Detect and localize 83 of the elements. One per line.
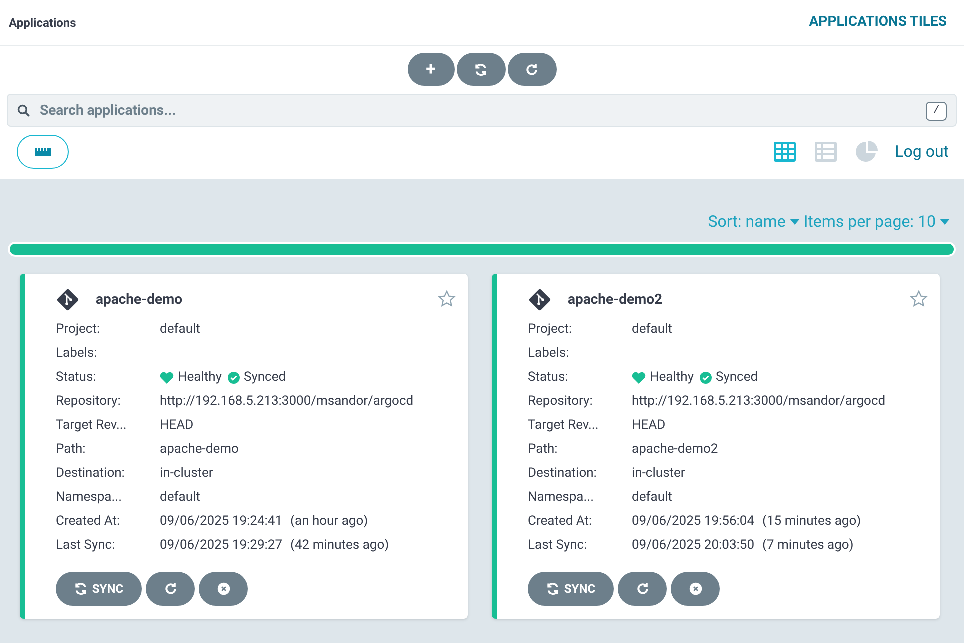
field-label: Namespa... <box>528 489 596 508</box>
refresh-icon <box>164 582 178 596</box>
application-name[interactable]: apache-demo2 <box>568 290 663 310</box>
page-title: Applications <box>9 14 76 32</box>
field-value: apache-demo2 <box>632 441 718 460</box>
logout-link[interactable]: Log out <box>895 140 949 164</box>
filter-button[interactable] <box>17 135 69 169</box>
relative-time: (7 minutes ago) <box>762 537 854 556</box>
sort-dropdown[interactable]: Sort: name <box>708 210 800 234</box>
relative-time: (42 minutes ago) <box>290 537 390 556</box>
field-label: Target Rev... <box>56 417 128 436</box>
check-icon <box>700 372 712 384</box>
delete-icon <box>216 582 230 596</box>
sync-status: Synced <box>716 369 758 388</box>
field-label: Status: <box>528 369 570 388</box>
view-title: APPLICATIONS TILES <box>809 13 947 32</box>
refresh-icon <box>525 62 539 76</box>
field-value: in-cluster <box>160 465 214 484</box>
field-value: http://192.168.5.213:3000/msandor/argocd <box>160 393 414 412</box>
field-value: apache-demo <box>160 441 239 460</box>
shortcut-key: / <box>926 102 947 120</box>
sync-icon <box>474 62 488 76</box>
field-label: Destination: <box>56 465 126 484</box>
sync-button[interactable]: SYNC <box>528 572 614 606</box>
refresh-apps-button[interactable] <box>508 53 556 86</box>
star-icon[interactable] <box>438 290 456 308</box>
field-label: Namespa... <box>56 489 124 508</box>
refresh-button[interactable] <box>618 572 667 606</box>
field-label: Created At: <box>56 513 122 532</box>
field-label: Labels: <box>56 345 98 364</box>
star-icon[interactable] <box>910 290 928 308</box>
field-label: Created At: <box>528 513 594 532</box>
field-label: Repository: <box>56 393 122 412</box>
field-label: Target Rev... <box>528 417 600 436</box>
field-label: Status: <box>56 369 98 388</box>
field-label: Project: <box>56 321 102 340</box>
relative-time: (15 minutes ago) <box>762 513 862 532</box>
field-value: default <box>632 321 672 340</box>
field-value: http://192.168.5.213:3000/msandor/argocd <box>632 393 886 412</box>
field-value: HEAD <box>160 417 194 436</box>
field-label: Repository: <box>528 393 594 412</box>
field-value: default <box>160 321 200 340</box>
health-status: Healthy <box>650 369 694 388</box>
delete-icon <box>688 582 702 596</box>
delete-button[interactable] <box>199 572 248 606</box>
sync-status: Synced <box>244 369 286 388</box>
tiles-view-icon[interactable] <box>773 140 798 164</box>
sync-icon <box>546 582 560 596</box>
field-label: Destination: <box>528 465 598 484</box>
field-value: 09/06/2025 20:03:50 <box>632 537 755 556</box>
field-label: Path: <box>56 441 87 460</box>
field-value: in-cluster <box>632 465 686 484</box>
field-value: default <box>160 489 200 508</box>
check-icon <box>228 372 240 384</box>
search-icon <box>17 104 31 118</box>
sync-icon <box>74 582 88 596</box>
sync-button[interactable]: SYNC <box>56 572 142 606</box>
heart-icon <box>160 372 174 384</box>
application-card[interactable] <box>20 274 468 619</box>
new-app-button[interactable]: + <box>408 53 454 86</box>
field-label: Labels: <box>528 345 570 364</box>
field-label: Last Sync: <box>528 537 588 556</box>
health-status: Healthy <box>178 369 222 388</box>
heart-icon <box>632 372 646 384</box>
caret-icon <box>940 218 950 226</box>
field-label: Path: <box>528 441 559 460</box>
field-label: Last Sync: <box>56 537 116 556</box>
field-value: HEAD <box>632 417 666 436</box>
application-card[interactable] <box>492 274 940 619</box>
relative-time: (an hour ago) <box>290 513 368 532</box>
refresh-icon <box>636 582 650 596</box>
field-label: Project: <box>528 321 574 340</box>
delete-button[interactable] <box>671 572 720 606</box>
field-value: 09/06/2025 19:56:04 <box>632 513 755 532</box>
refresh-button[interactable] <box>146 572 195 606</box>
field-value: default <box>632 489 672 508</box>
ruler-icon <box>35 148 51 156</box>
field-value: 09/06/2025 19:29:27 <box>160 537 283 556</box>
application-name[interactable]: apache-demo <box>96 290 183 310</box>
caret-icon <box>790 218 800 226</box>
field-value: 09/06/2025 19:24:41 <box>160 513 283 532</box>
sync-apps-button[interactable] <box>456 53 506 86</box>
items-per-page-dropdown[interactable]: Items per page: 10 <box>804 210 950 234</box>
